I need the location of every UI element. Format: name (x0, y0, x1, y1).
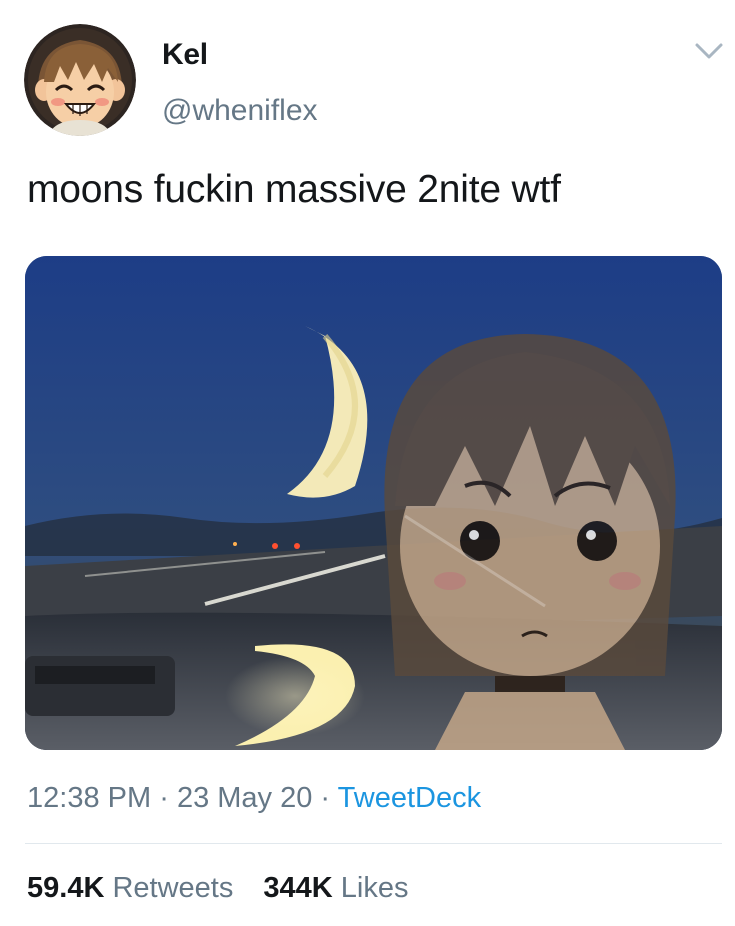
likes-count: 344K (263, 872, 333, 904)
tweet-time[interactable]: 12:38 PM (27, 782, 151, 814)
cartoon-avatar-icon (24, 24, 136, 136)
retweets-count: 59.4K (27, 872, 105, 904)
chevron-down-icon[interactable] (694, 40, 724, 62)
tweet-photo[interactable] (25, 256, 722, 750)
tweet-card: Kel @wheniflex moons fuckin massive 2nit… (0, 0, 735, 926)
tweet-date[interactable]: 23 May 20 (177, 782, 312, 814)
meta-separator: · (320, 782, 331, 814)
tweet-metadata: 12:38 PM · 23 May 20 · TweetDeck (27, 782, 481, 815)
tweet-stats: 59.4K Retweets 344K Likes (27, 872, 431, 905)
likes-label: Likes (340, 872, 409, 904)
user-handle[interactable]: @wheniflex (162, 94, 318, 128)
divider (25, 843, 722, 844)
tweet-source-link[interactable]: TweetDeck (338, 782, 481, 814)
avatar[interactable] (24, 24, 136, 136)
tweet-text: moons fuckin massive 2nite wtf (27, 168, 561, 211)
retweets-label: Retweets (112, 872, 234, 904)
likes-stat[interactable]: 344K Likes (263, 872, 408, 904)
display-name[interactable]: Kel (162, 38, 208, 72)
night-highway-moon-photo (25, 256, 722, 750)
retweets-stat[interactable]: 59.4K Retweets (27, 872, 233, 904)
meta-separator: · (159, 782, 169, 814)
